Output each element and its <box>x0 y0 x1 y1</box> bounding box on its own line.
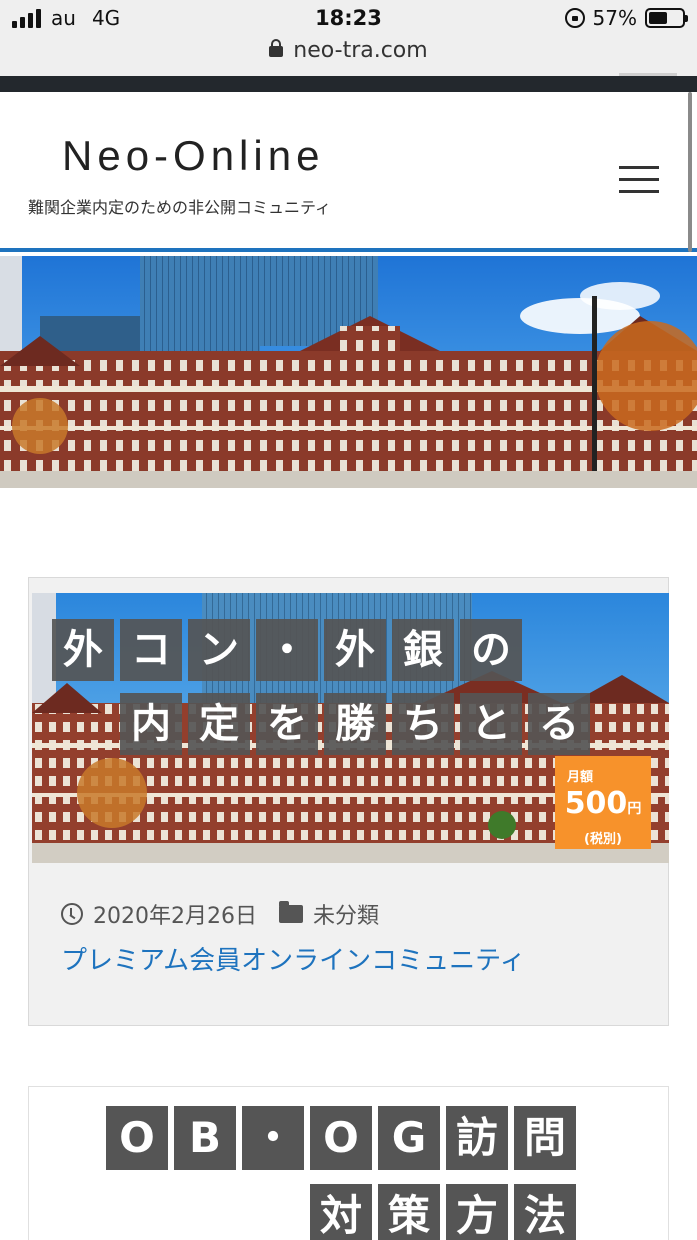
ob-line1-tile: G <box>378 1106 440 1170</box>
thumb-line1-tile: の <box>460 619 522 681</box>
post-date: 2020年2月26日 <box>93 904 257 929</box>
ob-line1-tile: 訪 <box>446 1106 508 1170</box>
ob-line2-tile: 法 <box>514 1184 576 1240</box>
thumb-headline-line1: 外コン・外銀の <box>52 619 528 681</box>
url-display[interactable]: neo-tra.com <box>0 38 697 63</box>
post-card[interactable]: 外コン・外銀の 内定を勝ちとる 月額 500円 (税別) 2020年2月26日 … <box>28 577 669 1026</box>
thumb-line2-tile: と <box>460 693 522 755</box>
ob-line1-tile: 問 <box>514 1106 576 1170</box>
thumb-line1-tile: コ <box>120 619 182 681</box>
rotation-lock-icon <box>564 8 585 28</box>
price-label: 月額 <box>567 770 594 785</box>
thumb-line1-tile: ン <box>188 619 250 681</box>
site-description: 難関企業内定のための非公開コミュニティ <box>28 198 332 217</box>
battery-percent: 57% <box>592 6 637 30</box>
thumb-line1-tile: 外 <box>324 619 386 681</box>
padlock-icon <box>269 39 284 57</box>
ob-line1-tile: B <box>174 1106 236 1170</box>
price-unit: 円 <box>627 801 642 817</box>
thumb2-headline-line1: O B ・ O G 訪問 <box>106 1106 582 1170</box>
thumb-line2-tile: る <box>528 693 590 755</box>
ob-line1-tile: O <box>310 1106 372 1170</box>
post-meta: 2020年2月26日 未分類 <box>61 898 379 930</box>
thumb-line2-tile: 定 <box>188 693 250 755</box>
hero-image <box>0 256 697 488</box>
thumb-line2-tile: ち <box>392 693 454 755</box>
price-value: 500 <box>564 786 628 821</box>
site-header: Neo-Online 難関企業内定のための非公開コミュニティ <box>0 92 697 252</box>
status-bar: au 4G 18:23 57% <box>0 0 697 38</box>
admin-bar <box>0 76 697 92</box>
url-bar[interactable]: neo-tra.com <box>0 38 697 76</box>
ob-line2-tile: 方 <box>446 1184 508 1240</box>
thumb-line1-tile: 銀 <box>392 619 454 681</box>
thumb-headline-line2: 内定を勝ちとる <box>120 693 596 755</box>
tokyo-station-illustration <box>0 256 697 488</box>
ob-line1-tile: O <box>106 1106 168 1170</box>
ob-line2-tile: 策 <box>378 1184 440 1240</box>
post-category[interactable]: 未分類 <box>313 898 379 930</box>
folder-icon <box>278 901 303 923</box>
thumb-line1-tile: 外 <box>52 619 114 681</box>
thumb-line1-tile: ・ <box>256 619 318 681</box>
price-note: (税別) <box>584 832 622 847</box>
thumb2-headline-line2: 対策方法 <box>310 1184 582 1240</box>
thumb-line2-tile: を <box>256 693 318 755</box>
thumb-line2-tile: 勝 <box>324 693 386 755</box>
thumb-line2-tile: 内 <box>120 693 182 755</box>
url-text: neo-tra.com <box>293 38 428 63</box>
ob-line1-tile: ・ <box>242 1106 304 1170</box>
post-thumbnail[interactable]: 外コン・外銀の 内定を勝ちとる 月額 500円 (税別) <box>32 593 669 863</box>
post-title-link[interactable]: プレミアム会員オンラインコミュニティ <box>61 940 526 977</box>
ob-line2-tile: 対 <box>310 1184 372 1240</box>
price-amount: 500円 <box>555 787 651 826</box>
battery-fill <box>649 12 668 24</box>
scroll-indicator <box>688 92 692 252</box>
site-title[interactable]: Neo-Online <box>62 132 324 180</box>
battery-icon <box>645 8 688 28</box>
menu-icon[interactable] <box>619 166 661 196</box>
status-right: 57% <box>564 6 688 30</box>
clock-icon <box>61 903 83 925</box>
price-badge: 月額 500円 (税別) <box>555 756 651 849</box>
